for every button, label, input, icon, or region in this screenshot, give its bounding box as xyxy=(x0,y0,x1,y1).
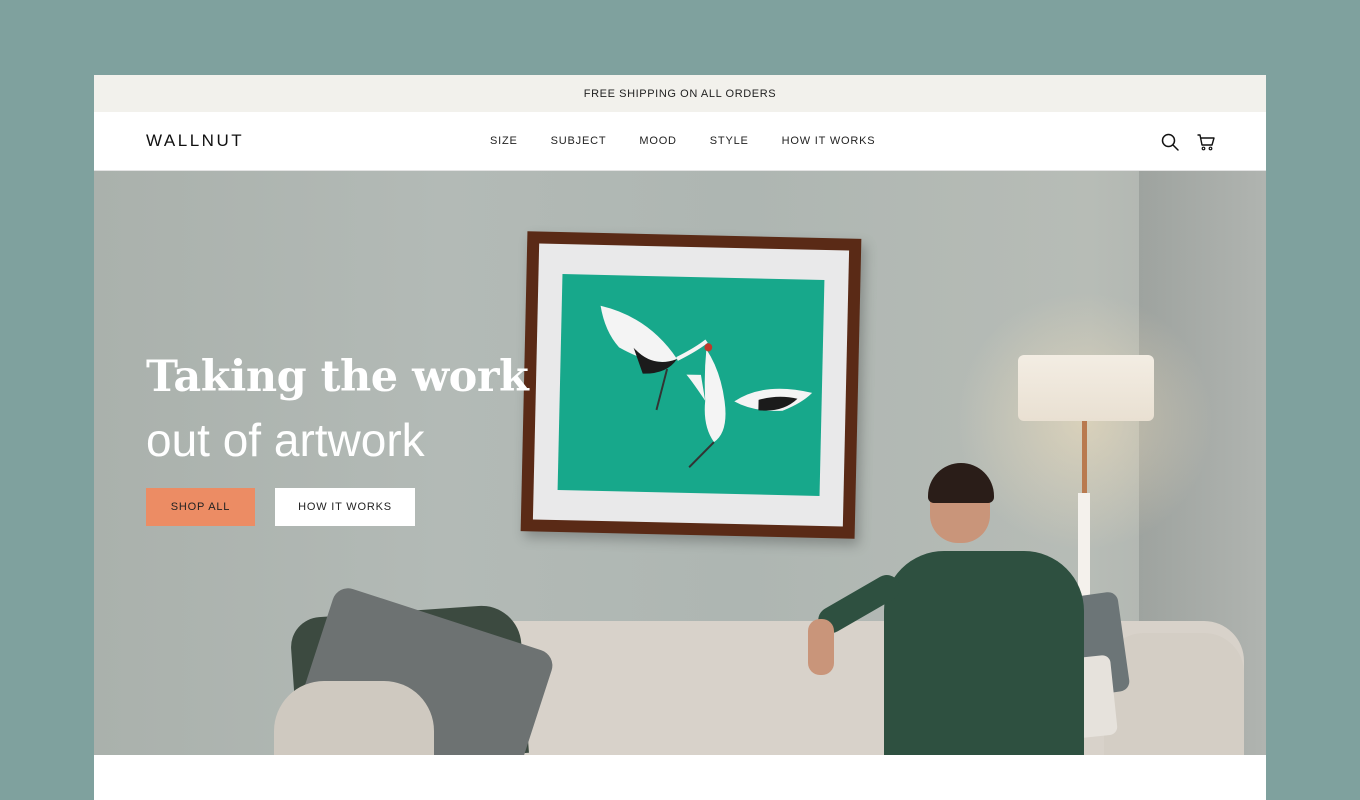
hero-headline: Taking the work out of artwork xyxy=(146,352,529,466)
nav-link-size[interactable]: SIZE xyxy=(490,135,518,147)
sofa-arm-left xyxy=(274,681,434,755)
floor-lamp-stand xyxy=(1078,493,1090,603)
artwork-mat xyxy=(532,243,850,527)
person-hand xyxy=(808,619,834,675)
content-below-hero xyxy=(94,755,1266,800)
nav-icons xyxy=(1160,132,1216,152)
hero-headline-line1: Taking the work xyxy=(146,352,529,402)
brand-logo[interactable]: WALLNUT xyxy=(146,131,244,151)
cart-icon[interactable] xyxy=(1196,132,1216,152)
how-it-works-button[interactable]: HOW IT WORKS xyxy=(275,488,415,526)
nav-link-subject[interactable]: SUBJECT xyxy=(551,135,607,147)
nav-link-mood[interactable]: MOOD xyxy=(639,135,676,147)
cranes-illustration xyxy=(600,305,813,469)
nav-links: SIZE SUBJECT MOOD STYLE HOW IT WORKS xyxy=(490,135,908,147)
browser-page: FREE SHIPPING ON ALL ORDERS WALLNUT SIZE… xyxy=(94,75,1266,800)
nav-link-style[interactable]: STYLE xyxy=(710,135,749,147)
hero-banner: Taking the work out of artwork SHOP ALL … xyxy=(94,171,1266,755)
nav-link-how-it-works[interactable]: HOW IT WORKS xyxy=(782,135,876,147)
floor-lamp-pole xyxy=(1082,421,1087,501)
top-navigation: WALLNUT SIZE SUBJECT MOOD STYLE HOW IT W… xyxy=(94,112,1266,171)
announcement-text: FREE SHIPPING ON ALL ORDERS xyxy=(583,87,777,100)
floor-lamp-shade xyxy=(1018,355,1154,421)
search-icon[interactable] xyxy=(1160,132,1180,152)
crane-print xyxy=(557,274,825,496)
hero-headline-line2: out of artwork xyxy=(146,414,425,466)
shop-all-button[interactable]: SHOP ALL xyxy=(146,488,255,526)
person-seated xyxy=(884,551,1084,755)
announcement-bar: FREE SHIPPING ON ALL ORDERS xyxy=(94,75,1266,112)
framed-artwork xyxy=(520,231,862,539)
